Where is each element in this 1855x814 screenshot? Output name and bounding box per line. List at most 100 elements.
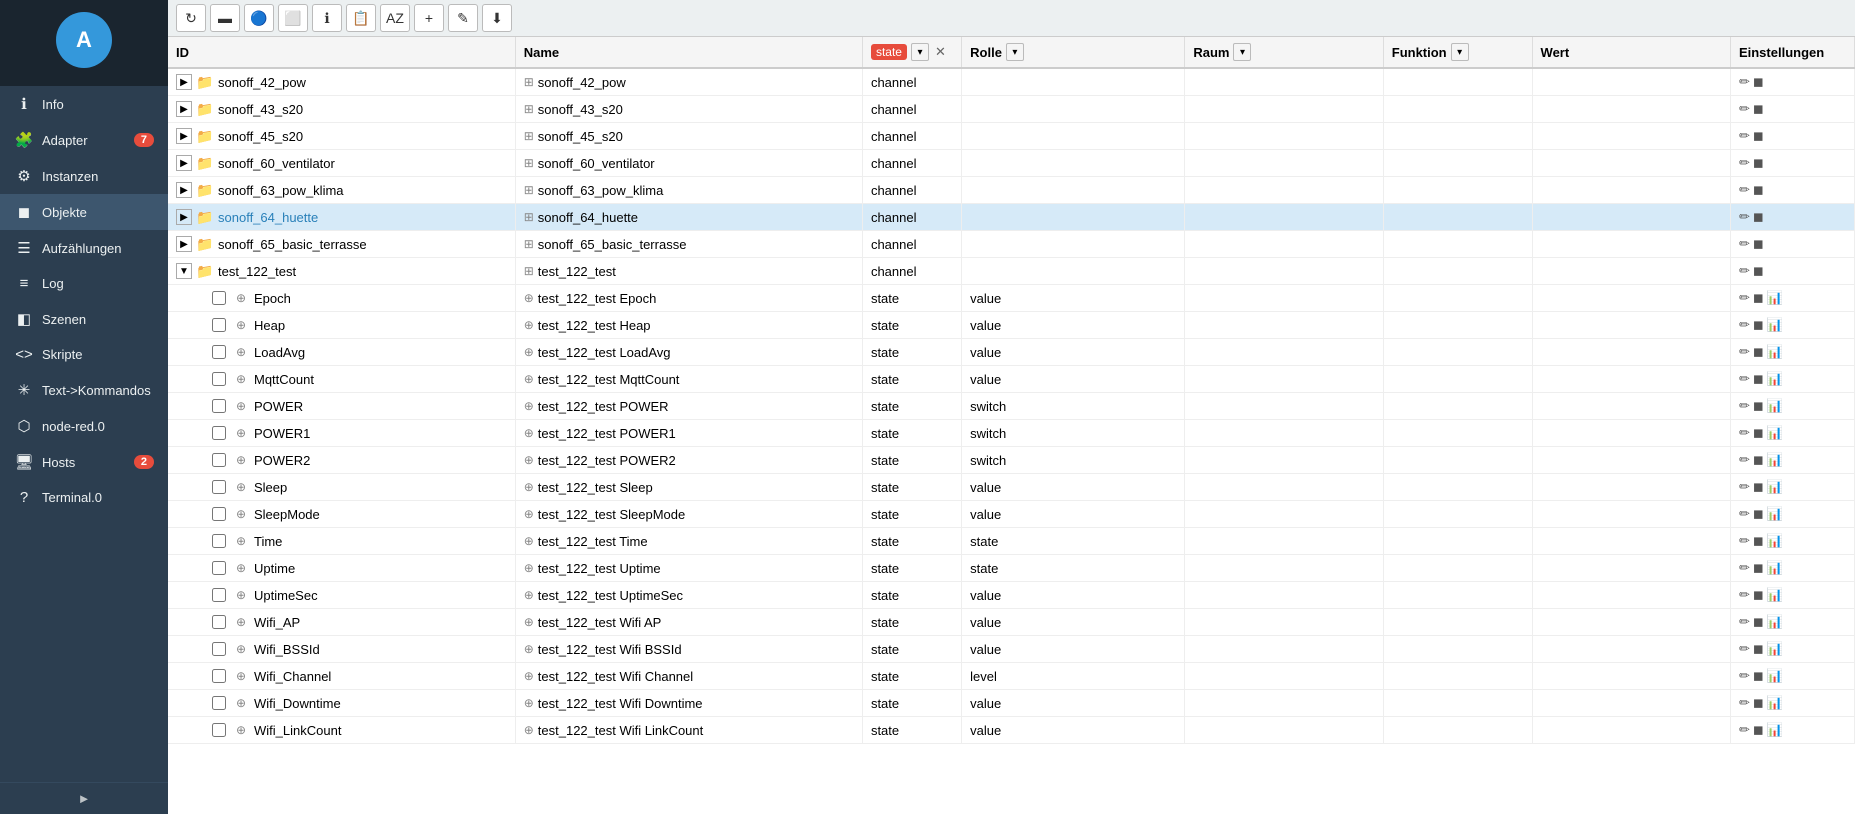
delete-icon[interactable]: ◼ [1753, 371, 1764, 387]
edit-icon[interactable]: ✏ [1739, 101, 1750, 117]
delete-icon[interactable]: ◼ [1753, 182, 1764, 198]
edit-icon[interactable]: ✏ [1739, 695, 1750, 711]
edit-icon[interactable]: ✏ [1739, 236, 1750, 252]
history-icon[interactable]: 📊 [1767, 722, 1783, 738]
col-close-state[interactable]: ✕ [933, 44, 948, 60]
edit-icon[interactable]: ✏ [1739, 290, 1750, 306]
table-row[interactable]: ⊕Wifi_Channel⊕test_122_test Wifi Channel… [168, 663, 1855, 690]
col-sort-funktion[interactable]: ▾ [1451, 43, 1469, 61]
col-sort-rolle[interactable]: ▾ [1006, 43, 1024, 61]
expand-icon[interactable]: ▶ [176, 236, 192, 252]
history-icon[interactable]: 📊 [1767, 533, 1783, 549]
row-checkbox[interactable] [212, 318, 226, 332]
delete-icon[interactable]: ◼ [1753, 128, 1764, 144]
toolbar-download-button[interactable]: ⬇ [482, 4, 512, 32]
history-icon[interactable]: 📊 [1767, 371, 1783, 387]
sidebar-item-terminal[interactable]: ?Terminal.0 [0, 480, 168, 515]
delete-icon[interactable]: ◼ [1753, 344, 1764, 360]
delete-icon[interactable]: ◼ [1753, 263, 1764, 279]
expand-icon[interactable]: ▶ [176, 74, 192, 90]
delete-icon[interactable]: ◼ [1753, 425, 1764, 441]
row-checkbox[interactable] [212, 291, 226, 305]
edit-icon[interactable]: ✏ [1739, 182, 1750, 198]
edit-icon[interactable]: ✏ [1739, 452, 1750, 468]
sidebar-item-adapter[interactable]: 🧩Adapter7 [0, 122, 168, 158]
toolbar-collapse-button[interactable]: ▬ [210, 4, 240, 32]
delete-icon[interactable]: ◼ [1753, 695, 1764, 711]
toolbar-edit-button[interactable]: ✎ [448, 4, 478, 32]
toolbar-copy-button[interactable]: 📋 [346, 4, 376, 32]
delete-icon[interactable]: ◼ [1753, 155, 1764, 171]
history-icon[interactable]: 📊 [1767, 668, 1783, 684]
table-row[interactable]: ⊕Wifi_LinkCount⊕test_122_test Wifi LinkC… [168, 717, 1855, 744]
edit-icon[interactable]: ✏ [1739, 128, 1750, 144]
delete-icon[interactable]: ◼ [1753, 74, 1764, 90]
delete-icon[interactable]: ◼ [1753, 533, 1764, 549]
toolbar-sort-button[interactable]: AZ [380, 4, 410, 32]
history-icon[interactable]: 📊 [1767, 506, 1783, 522]
row-checkbox[interactable] [212, 561, 226, 575]
edit-icon[interactable]: ✏ [1739, 263, 1750, 279]
history-icon[interactable]: 📊 [1767, 344, 1783, 360]
history-icon[interactable]: 📊 [1767, 317, 1783, 333]
edit-icon[interactable]: ✏ [1739, 317, 1750, 333]
table-row[interactable]: ▼📁test_122_test⊞test_122_testchannel✏◼ [168, 258, 1855, 285]
edit-icon[interactable]: ✏ [1739, 425, 1750, 441]
table-row[interactable]: ⊕Wifi_Downtime⊕test_122_test Wifi Downti… [168, 690, 1855, 717]
delete-icon[interactable]: ◼ [1753, 452, 1764, 468]
table-row[interactable]: ⊕Sleep⊕test_122_test Sleepstatevalue✏◼📊 [168, 474, 1855, 501]
edit-icon[interactable]: ✏ [1739, 371, 1750, 387]
delete-icon[interactable]: ◼ [1753, 101, 1764, 117]
edit-icon[interactable]: ✏ [1739, 614, 1750, 630]
sidebar-item-info[interactable]: ℹInfo [0, 86, 168, 122]
toolbar-filter-channel-button[interactable]: 🔵 [244, 4, 274, 32]
table-row[interactable]: ⊕Uptime⊕test_122_test Uptimestatestate✏◼… [168, 555, 1855, 582]
edit-icon[interactable]: ✏ [1739, 506, 1750, 522]
delete-icon[interactable]: ◼ [1753, 479, 1764, 495]
row-checkbox[interactable] [212, 534, 226, 548]
history-icon[interactable]: 📊 [1767, 560, 1783, 576]
objects-table-container[interactable]: IDNamestate▾✕Rolle▾Raum▾Funktion▾WertEin… [168, 37, 1855, 814]
delete-icon[interactable]: ◼ [1753, 317, 1764, 333]
row-checkbox[interactable] [212, 453, 226, 467]
expand-icon[interactable]: ▶ [176, 182, 192, 198]
row-checkbox[interactable] [212, 588, 226, 602]
row-checkbox[interactable] [212, 426, 226, 440]
col-sort-state[interactable]: ▾ [911, 43, 929, 61]
collapse-icon[interactable]: ▼ [176, 263, 192, 279]
delete-icon[interactable]: ◼ [1753, 722, 1764, 738]
row-checkbox[interactable] [212, 723, 226, 737]
table-row[interactable]: ▶📁sonoff_43_s20⊞sonoff_43_s20channel✏◼ [168, 96, 1855, 123]
toolbar-info2-button[interactable]: ℹ [312, 4, 342, 32]
table-row[interactable]: ▶📁sonoff_45_s20⊞sonoff_45_s20channel✏◼ [168, 123, 1855, 150]
row-checkbox[interactable] [212, 696, 226, 710]
history-icon[interactable]: 📊 [1767, 695, 1783, 711]
history-icon[interactable]: 📊 [1767, 425, 1783, 441]
sidebar-item-objekte[interactable]: ◼Objekte [0, 194, 168, 230]
sidebar-item-text-kommandos[interactable]: ✳Text->Kommandos [0, 372, 168, 408]
edit-icon[interactable]: ✏ [1739, 668, 1750, 684]
delete-icon[interactable]: ◼ [1753, 614, 1764, 630]
table-row[interactable]: ▶📁sonoff_42_pow⊞sonoff_42_powchannel✏◼ [168, 68, 1855, 96]
delete-icon[interactable]: ◼ [1753, 560, 1764, 576]
edit-icon[interactable]: ✏ [1739, 155, 1750, 171]
expand-icon[interactable]: ▶ [176, 128, 192, 144]
expand-icon[interactable]: ▶ [176, 209, 192, 225]
delete-icon[interactable]: ◼ [1753, 209, 1764, 225]
sidebar-item-hosts[interactable]: 🖥Hosts2 [0, 444, 168, 480]
expand-icon[interactable]: ▶ [176, 155, 192, 171]
edit-icon[interactable]: ✏ [1739, 722, 1750, 738]
edit-icon[interactable]: ✏ [1739, 209, 1750, 225]
delete-icon[interactable]: ◼ [1753, 506, 1764, 522]
edit-icon[interactable]: ✏ [1739, 479, 1750, 495]
row-checkbox[interactable] [212, 399, 226, 413]
table-row[interactable]: ⊕UptimeSec⊕test_122_test UptimeSecstatev… [168, 582, 1855, 609]
sidebar-item-aufzaehlungen[interactable]: ☰Aufzählungen [0, 230, 168, 266]
sidebar-item-szenen[interactable]: ◧Szenen [0, 301, 168, 337]
table-row[interactable]: ▶📁sonoff_64_huette⊞sonoff_64_huettechann… [168, 204, 1855, 231]
history-icon[interactable]: 📊 [1767, 587, 1783, 603]
row-checkbox[interactable] [212, 345, 226, 359]
table-row[interactable]: ▶📁sonoff_63_pow_klima⊞sonoff_63_pow_klim… [168, 177, 1855, 204]
delete-icon[interactable]: ◼ [1753, 398, 1764, 414]
edit-icon[interactable]: ✏ [1739, 560, 1750, 576]
